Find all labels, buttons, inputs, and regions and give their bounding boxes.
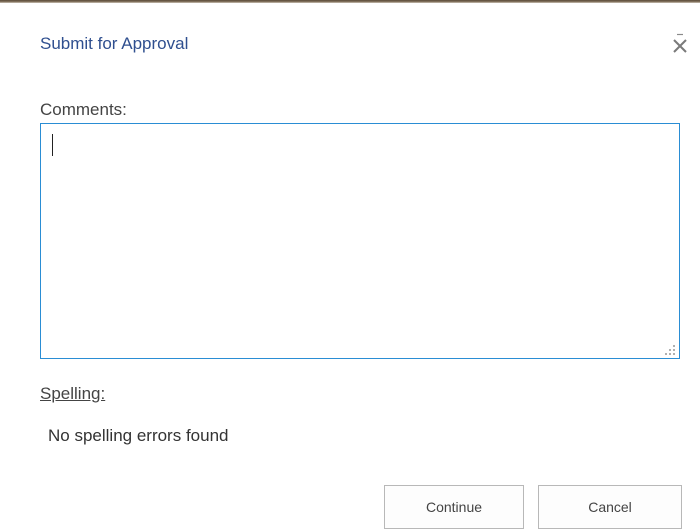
- dialog-title: Submit for Approval: [40, 34, 189, 53]
- comments-label: Comments:: [40, 100, 127, 119]
- text-caret: [52, 134, 53, 156]
- close-icon[interactable]: [670, 32, 690, 54]
- spelling-status: No spelling errors found: [48, 426, 229, 445]
- comments-textarea[interactable]: [40, 123, 680, 359]
- resize-grip-icon[interactable]: [664, 343, 676, 355]
- continue-button[interactable]: Continue: [384, 485, 524, 529]
- spelling-label: Spelling:: [40, 384, 106, 403]
- cancel-button[interactable]: Cancel: [538, 485, 682, 529]
- dialog-top-border: [0, 0, 700, 3]
